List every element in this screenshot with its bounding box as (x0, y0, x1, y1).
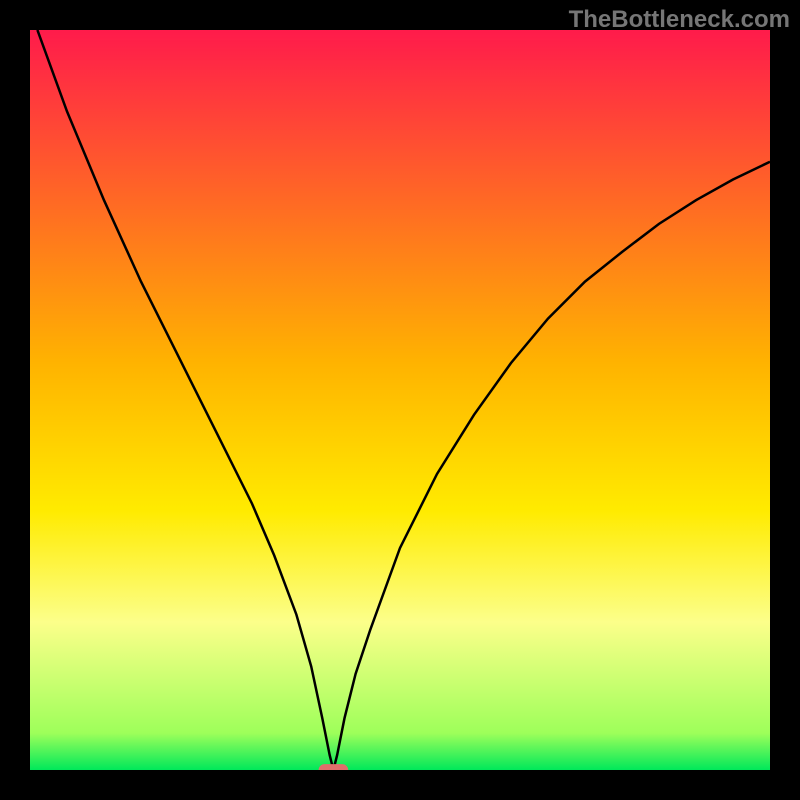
optimal-marker (319, 764, 349, 770)
gradient-background (30, 30, 770, 770)
bottleneck-chart (30, 30, 770, 770)
chart-container: TheBottleneck.com (0, 0, 800, 800)
